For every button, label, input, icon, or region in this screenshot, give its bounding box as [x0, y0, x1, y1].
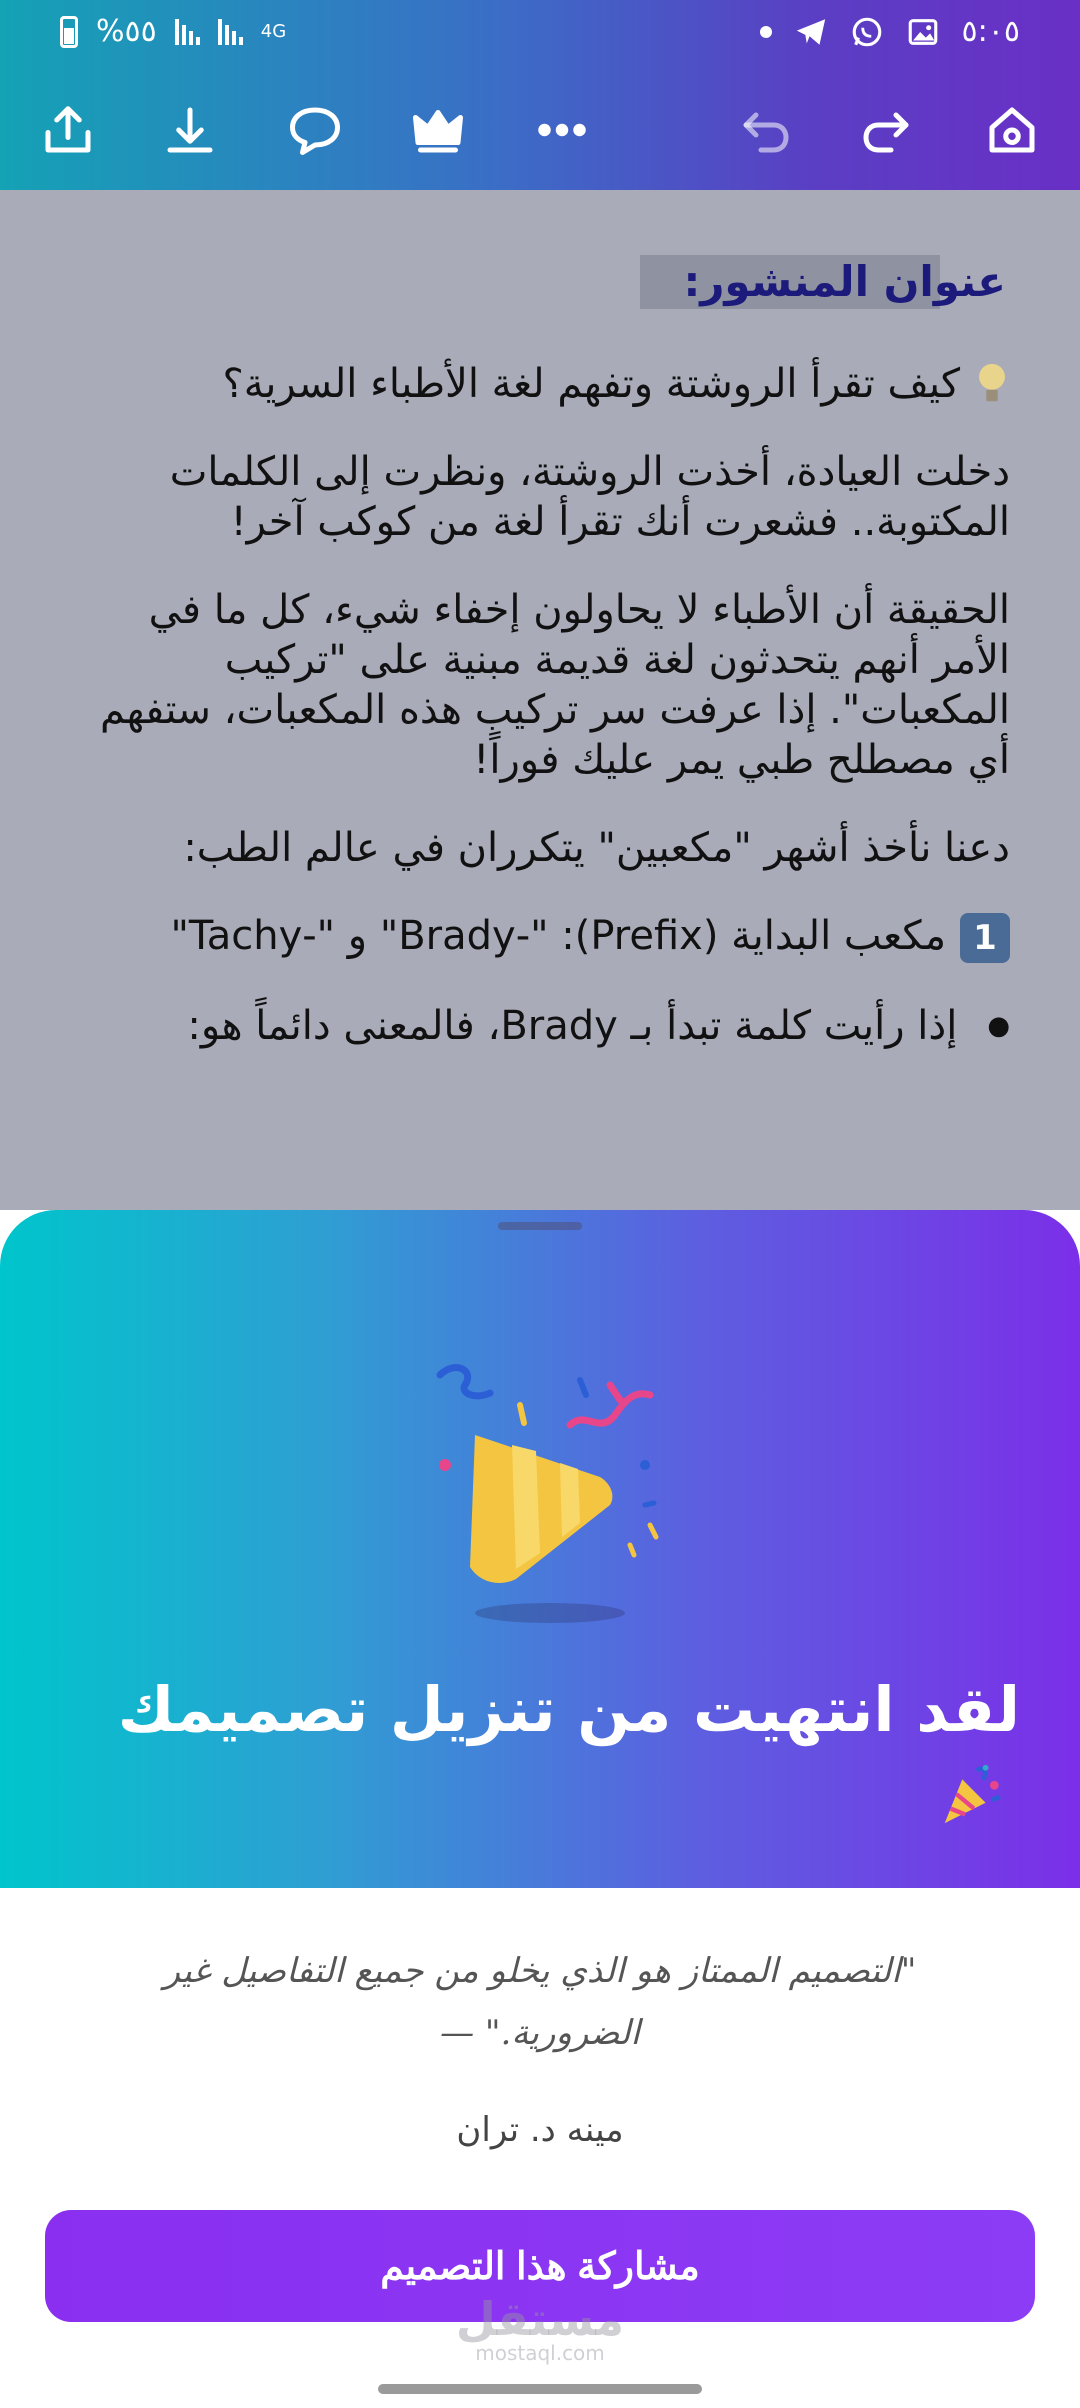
- more-icon[interactable]: [522, 90, 602, 170]
- quote-author: مينه د. تران: [456, 2110, 624, 2150]
- clock: ٥:٠٥: [961, 14, 1020, 49]
- gallery-icon: [908, 18, 937, 45]
- paragraph: دعنا نأخذ أشهر "مكعبين" يتكرران في عالم …: [183, 825, 1010, 871]
- share-icon[interactable]: [28, 90, 108, 170]
- lightbulb-icon: [979, 363, 1005, 402]
- document-canvas: عنوان المنشور: كيف تقرأ الروشتة وتفهم لغ…: [0, 190, 1080, 1210]
- status-bar: %٥٥ 4G ٥:٠٥: [0, 0, 1080, 70]
- watermark-logo: مستقل mostaql.com: [455, 2292, 625, 2365]
- post-title-label: عنوان المنشور:: [640, 255, 1010, 309]
- number-badge: 1: [960, 913, 1010, 963]
- signal-icon: [174, 18, 200, 45]
- notification-dot-icon: [759, 25, 772, 38]
- numbered-item: 1مكعب البداية (Prefix): "-Brady" و "-Tac…: [100, 911, 1010, 963]
- sheet-banner: لقد انتهيت من تنزيل تصميمك: [0, 1210, 1080, 1888]
- party-popper-illustration: [436, 1364, 659, 1623]
- home-icon[interactable]: [972, 90, 1052, 170]
- download-icon[interactable]: [150, 90, 230, 170]
- telegram-icon: [796, 18, 825, 45]
- battery-level: %٥٥: [96, 14, 157, 49]
- paragraph: دخلت العيادة، أخذت الروشتة، ونظرت إلى ال…: [169, 449, 1010, 545]
- question-line: كيف تقرأ الروشتة وتفهم لغة الأطباء السري…: [100, 359, 1010, 409]
- design-quote: "التصميم الممتاز هو الذي يخلو من جميع ال…: [163, 1951, 917, 2053]
- network-type: 4G: [260, 20, 287, 42]
- battery-icon: [60, 15, 78, 48]
- download-complete-sheet: لقد انتهيت من تنزيل تصميمك "التصميم المم…: [0, 1210, 1080, 2408]
- bullet-item: إذا رأيت كلمة تبدأ بـ Brady، فالمعنى دائ…: [100, 1001, 1010, 1051]
- comment-icon[interactable]: [275, 90, 355, 170]
- app-header: %٥٥ 4G ٥:٠٥: [0, 0, 1080, 190]
- drag-handle[interactable]: [498, 1222, 582, 1230]
- redo-icon[interactable]: [846, 90, 926, 170]
- home-indicator[interactable]: [378, 2384, 702, 2394]
- undo-icon[interactable]: [726, 90, 806, 170]
- whatsapp-icon: [852, 17, 881, 46]
- crown-icon[interactable]: [398, 90, 478, 170]
- party-popper-icon: [944, 1764, 1001, 1824]
- paragraph: الحقيقة أن الأطباء لا يحاولون إخفاء شيء،…: [100, 587, 1010, 783]
- signal-icon: [217, 18, 243, 45]
- sheet-headline: لقد انتهيت من تنزيل تصميمك: [60, 1670, 1020, 1830]
- editor-toolbar: [0, 80, 1080, 190]
